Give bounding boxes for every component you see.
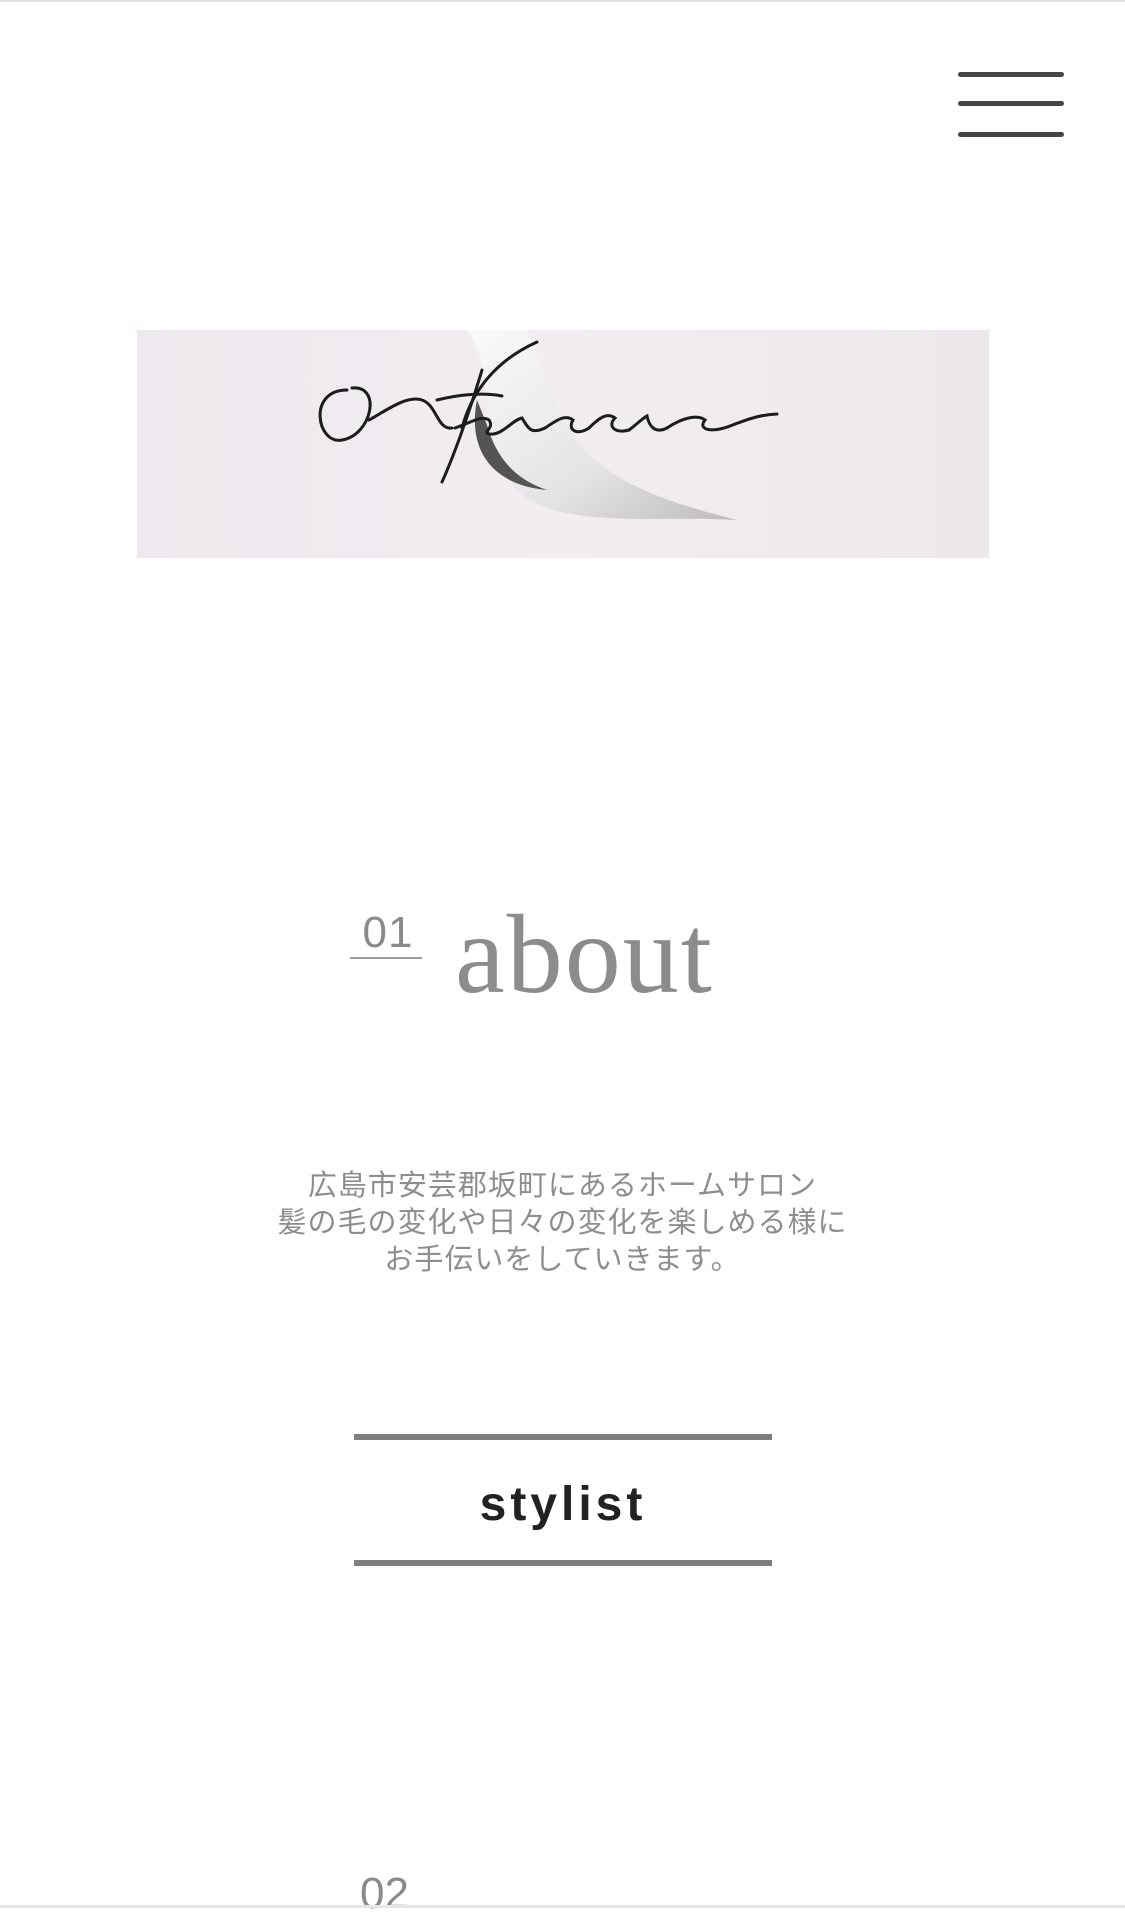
hero-logo-banner (137, 330, 989, 558)
menu-bar-bottom (958, 132, 1064, 137)
about-text-line: お手伝いをしていきます。 (384, 1242, 741, 1276)
section-number-next: 02 (360, 1869, 409, 1918)
top-border (0, 0, 1125, 2)
menu-bar-top (958, 72, 1064, 77)
stylist-link[interactable]: stylist (354, 1470, 772, 1540)
section-title-about: about (455, 893, 714, 1017)
stylist-rule-bottom (354, 1560, 772, 1566)
hero-artwork (318, 330, 779, 520)
about-description: 広島市安芸郡坂町にあるホームサロン 髪の毛の変化や日々の変化を楽しめる様に お手… (250, 1167, 875, 1278)
about-text-line: 広島市安芸郡坂町にあるホームサロン (307, 1168, 818, 1202)
section-number-underline (350, 957, 422, 959)
section-number-about: 01 (362, 908, 414, 957)
hamburger-menu-icon[interactable] (956, 68, 1066, 144)
stylist-rule-top (354, 1434, 772, 1440)
about-text-line: 髪の毛の変化や日々の変化を楽しめる様に (277, 1205, 848, 1239)
menu-bar-middle (958, 101, 1064, 106)
